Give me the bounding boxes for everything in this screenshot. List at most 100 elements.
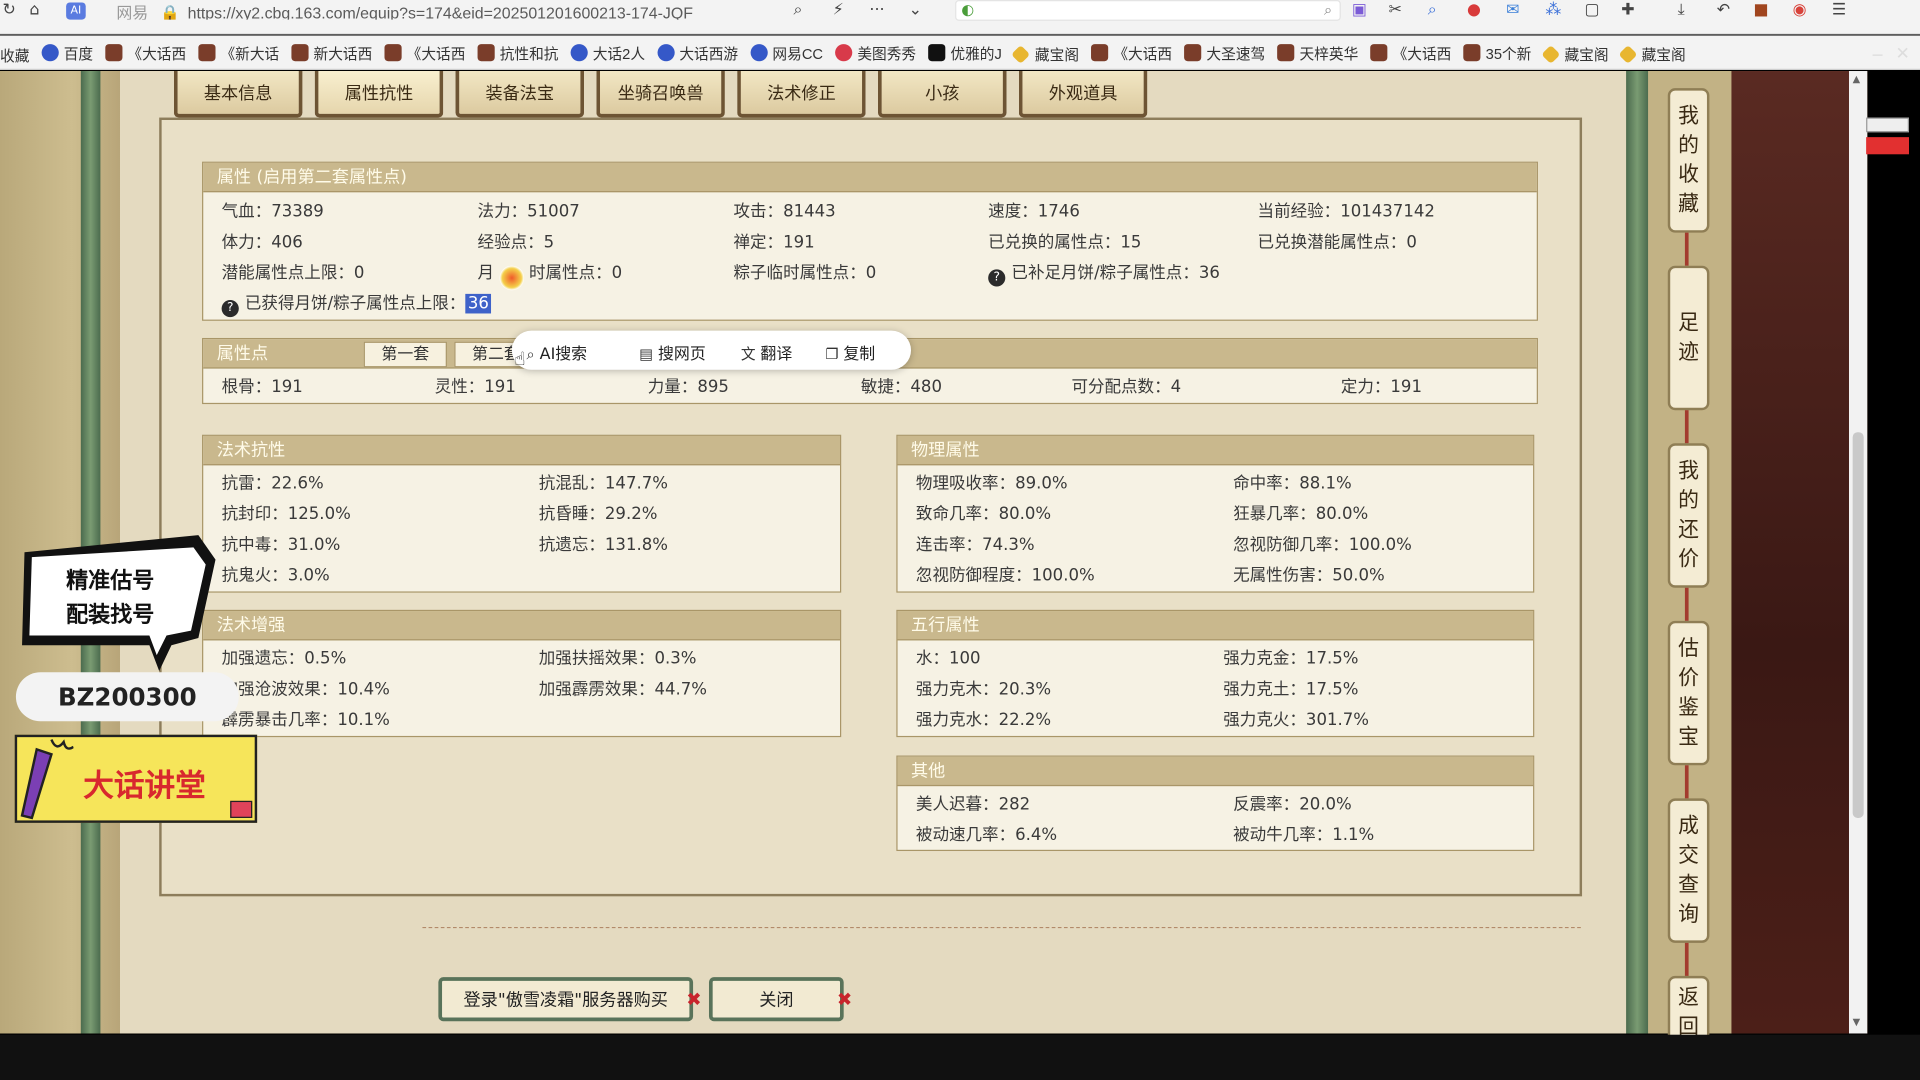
bookmark-item[interactable]: 大话西游 xyxy=(657,36,738,69)
bookmark-item[interactable]: 美图秀秀 xyxy=(835,36,916,69)
translate-icon[interactable]: ▣ xyxy=(1352,2,1367,19)
attribute-value: 经验点：5 xyxy=(477,232,555,253)
page-scrollbar[interactable]: ▲ ▼ xyxy=(1848,71,1868,1034)
web-search-button[interactable]: ▤ 搜网页 xyxy=(639,340,706,363)
bookmark-item[interactable]: 收藏 xyxy=(0,39,29,69)
profile-icon[interactable]: ◉ xyxy=(1793,2,1807,19)
bookmark-item[interactable]: 大话2人 xyxy=(570,36,645,69)
help-icon[interactable]: ? xyxy=(988,269,1006,287)
game-icon xyxy=(477,44,495,62)
bookmark-item[interactable]: 百度 xyxy=(41,36,93,69)
tab-7[interactable]: 外观道具 xyxy=(1018,71,1148,118)
pen-icon xyxy=(20,739,74,820)
side-button-char: 足 xyxy=(1678,311,1699,336)
grid-icon[interactable]: ⁂ xyxy=(1545,2,1561,19)
scissors-icon[interactable]: ✂ xyxy=(1389,2,1402,19)
bookmark-item[interactable]: 《新大话 xyxy=(198,36,279,69)
bookmark-item[interactable]: 藏宝阁 xyxy=(1011,37,1080,68)
point-value: 根骨：191 xyxy=(221,377,303,397)
other-value: 美人迟暮：282 xyxy=(915,794,1031,815)
bookmark-item[interactable]: 新大话西 xyxy=(291,36,372,69)
wallet-icon[interactable]: ■ xyxy=(1753,2,1768,19)
banner-text: 大话讲堂 xyxy=(83,767,206,804)
zoom-icon[interactable]: ⌕ xyxy=(793,2,802,19)
copy-button[interactable]: ❐ 复制 xyxy=(825,340,875,363)
login-purchase-button[interactable]: 登录"傲雪凌霜"服务器购买 ✖ xyxy=(438,977,702,1022)
side-button-char: 估 xyxy=(1678,636,1699,662)
side-button-char: 询 xyxy=(1678,902,1699,927)
more-icon[interactable]: ··· xyxy=(869,2,884,19)
menu-icon[interactable]: ☰ xyxy=(1832,2,1846,19)
help-icon[interactable]: ? xyxy=(221,300,239,318)
resist-value: 抗昏睡：29.2% xyxy=(538,504,658,525)
ai-icon[interactable]: AI xyxy=(66,2,86,20)
meitu-icon xyxy=(835,44,853,62)
bookmark-item[interactable]: 藏宝阁 xyxy=(1618,37,1686,68)
bookmark-label: 35个新 xyxy=(1485,44,1532,62)
close-label: 关闭 xyxy=(759,990,794,1011)
bookmark-item[interactable]: 《大话西 xyxy=(1370,36,1451,69)
moon-limit-value: 36 xyxy=(465,293,492,314)
scroll-up-icon[interactable]: ▲ xyxy=(1853,73,1861,84)
tab-points-set-1[interactable]: 第一套 xyxy=(363,341,447,368)
search-input[interactable]: ◐ ⌕ xyxy=(955,0,1341,21)
bookmark-item[interactable]: 《大话西 xyxy=(1091,36,1172,69)
minimize-icon[interactable]: − xyxy=(1871,47,1884,65)
tab-5[interactable]: 法术修正 xyxy=(737,71,866,118)
bookmark-item[interactable]: 抗性和抗 xyxy=(477,36,559,69)
window-icon[interactable]: ▢ xyxy=(1585,2,1600,19)
bookmark-label: 藏宝阁 xyxy=(1034,46,1080,64)
divider xyxy=(422,926,1581,929)
resist-value: 抗中毒：31.0% xyxy=(221,535,341,555)
side-button-5[interactable]: 成交查询 xyxy=(1667,798,1710,943)
bookmark-item[interactable]: 35个新 xyxy=(1463,36,1532,69)
mail-icon[interactable]: ✉ xyxy=(1506,2,1519,19)
close-window-icon[interactable]: ✕ xyxy=(1896,44,1910,64)
undo-icon[interactable]: ↶ xyxy=(1717,2,1730,19)
translate-button[interactable]: 文翻译 xyxy=(741,340,792,363)
site-label: 网易 xyxy=(116,3,149,20)
reload-icon[interactable]: ↻ xyxy=(2,2,15,19)
side-connector xyxy=(1684,410,1689,444)
side-button-1[interactable]: 我的收藏 xyxy=(1667,88,1710,233)
browser-toolbar: ↻ ⌂ AI 网易 🔒 https://xy2.cbg.163.com/equip?… xyxy=(0,0,1920,35)
treasure-icon xyxy=(1540,44,1560,65)
home-icon[interactable]: ⌂ xyxy=(29,2,39,19)
ai-search-button[interactable]: ⌕ AI搜索 xyxy=(527,340,588,363)
resist-value: 抗封印：125.0% xyxy=(221,504,351,525)
tab-2[interactable]: 属性抗性 xyxy=(314,71,444,118)
tab-1[interactable]: 基本信息 xyxy=(173,71,303,118)
bookmark-item[interactable]: 藏宝阁 xyxy=(1540,37,1609,68)
bookmark-item[interactable]: 网易CC xyxy=(750,36,823,69)
tab-3[interactable]: 装备法宝 xyxy=(455,71,585,118)
bookmark-item[interactable]: 天梓英华 xyxy=(1277,36,1358,69)
chevron-down-icon[interactable]: ⌄ xyxy=(909,2,922,19)
bookmark-item[interactable]: 优雅的J xyxy=(928,36,1002,69)
weibo-icon[interactable]: ● xyxy=(1467,2,1481,19)
book-icon xyxy=(230,800,253,818)
point-value: 敏捷：480 xyxy=(860,377,942,397)
address-bar[interactable]: 网易 🔒 https://xy2.cbg.163.com/equip?s=174&e… xyxy=(116,0,820,20)
bookmark-item[interactable]: 《大话西 xyxy=(105,36,186,69)
search-icon[interactable]: ⌕ xyxy=(1324,1,1332,19)
side-button-2[interactable]: 足迹 xyxy=(1667,265,1710,411)
tab-4[interactable]: 坐骑召唤兽 xyxy=(596,71,725,118)
side-button-4[interactable]: 估价鉴宝 xyxy=(1667,620,1710,766)
bookmark-item[interactable]: 大圣速驾 xyxy=(1184,36,1266,69)
tab-6[interactable]: 小孩 xyxy=(877,71,1007,118)
side-button-3[interactable]: 我的还价 xyxy=(1667,443,1710,588)
bookmark-item[interactable]: 《大话西 xyxy=(384,36,465,69)
search-tool-icon[interactable]: ⌕ xyxy=(1428,2,1437,19)
five-value: 强力克金：17.5% xyxy=(1223,648,1359,669)
game-icon xyxy=(1463,44,1481,62)
lightning-icon[interactable]: ⚡ xyxy=(833,2,844,19)
bubble-line-1: 精准估号 xyxy=(66,568,155,594)
five-value: 强力克木：20.3% xyxy=(915,679,1052,700)
extension-icon[interactable]: ✚ xyxy=(1621,2,1634,19)
bookmark-label: 大圣速驾 xyxy=(1206,44,1266,62)
scroll-thumb[interactable] xyxy=(1852,432,1864,818)
download-icon[interactable]: ⤓ xyxy=(1678,2,1685,19)
taskbar xyxy=(0,1034,1920,1080)
scroll-down-icon[interactable]: ▼ xyxy=(1853,1016,1861,1027)
close-button[interactable]: 关闭 ✖ xyxy=(708,977,852,1022)
